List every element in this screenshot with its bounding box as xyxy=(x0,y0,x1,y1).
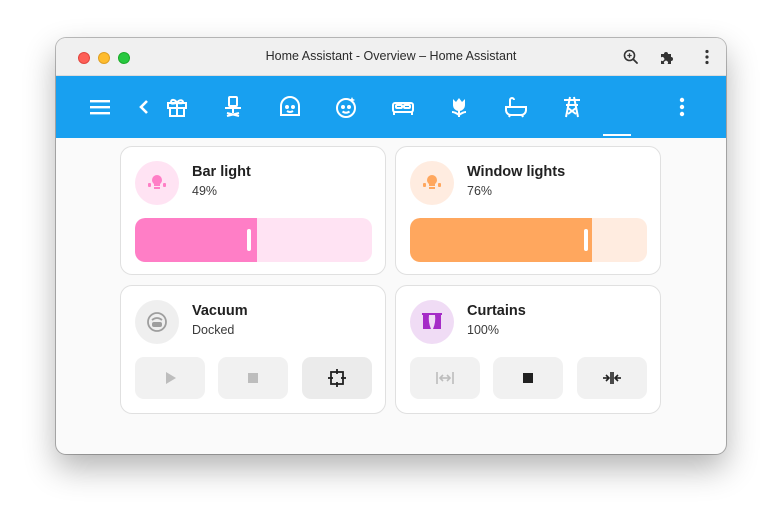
tab-baby-face-icon[interactable] xyxy=(276,93,304,121)
menu-icon[interactable] xyxy=(86,93,114,121)
vacuum-stop-button[interactable] xyxy=(218,357,288,399)
bar-light-state: 49% xyxy=(192,184,218,198)
vacuum-state: Docked xyxy=(192,323,235,337)
vacuum-name: Vacuum xyxy=(192,303,248,319)
window-lights-card[interactable]: Window lights 76% xyxy=(395,146,661,275)
tab-bed-icon[interactable] xyxy=(389,93,417,121)
window-lights-icon[interactable] xyxy=(410,161,454,205)
window-lights-slider-fill xyxy=(410,218,592,262)
window-lights-slider-knob[interactable] xyxy=(584,229,588,251)
vacuum-return-button[interactable] xyxy=(302,357,372,399)
stop-icon xyxy=(248,373,258,383)
bar-light-card[interactable]: Bar light 49% xyxy=(120,146,386,275)
window-lights-brightness-slider[interactable] xyxy=(410,218,647,262)
window-lights-name: Window lights xyxy=(467,164,566,180)
extensions-icon[interactable] xyxy=(658,48,676,66)
active-tab-indicator[interactable] xyxy=(603,134,631,136)
bar-light-icon[interactable] xyxy=(135,161,179,205)
curtains-close-button[interactable] xyxy=(577,357,647,399)
arrow-expand-horizontal-icon xyxy=(436,372,454,384)
vacuum-start-button[interactable] xyxy=(135,357,205,399)
tab-face-icon[interactable] xyxy=(332,93,360,121)
tab-gift-icon[interactable] xyxy=(163,93,191,121)
bar-light-slider-knob[interactable] xyxy=(247,229,251,251)
window-lights-state: 76% xyxy=(467,184,493,198)
curtains-name: Curtains xyxy=(467,303,526,319)
stop-icon xyxy=(523,373,533,383)
curtains-open-button[interactable] xyxy=(410,357,480,399)
arrow-collapse-horizontal-icon xyxy=(603,372,621,384)
tab-flower-tulip-icon[interactable] xyxy=(445,93,473,121)
tab-transmission-tower-icon[interactable] xyxy=(558,93,586,121)
tab-desk-chair-icon[interactable] xyxy=(219,93,247,121)
play-icon xyxy=(166,372,176,384)
browser-window: Home Assistant - Overview – Home Assista… xyxy=(56,38,726,454)
chevron-left-icon[interactable] xyxy=(130,93,158,121)
curtains-state: 100% xyxy=(467,323,499,337)
bar-light-brightness-slider[interactable] xyxy=(135,218,372,262)
bar-light-slider-fill xyxy=(135,218,257,262)
robot-vacuum-icon[interactable] xyxy=(135,300,179,344)
curtains-card[interactable]: Curtains 100% xyxy=(395,285,661,414)
browser-more-icon[interactable] xyxy=(698,48,716,66)
zoom-icon[interactable] xyxy=(622,48,640,66)
title-bar: Home Assistant - Overview – Home Assista… xyxy=(56,38,726,76)
bar-light-name: Bar light xyxy=(192,164,251,180)
app-bar xyxy=(56,76,726,138)
tab-bathtub-icon[interactable] xyxy=(502,93,530,121)
vacuum-card[interactable]: Vacuum Docked xyxy=(120,285,386,414)
app-more-icon[interactable] xyxy=(668,93,696,121)
target-icon xyxy=(328,369,346,387)
curtains-icon[interactable] xyxy=(410,300,454,344)
curtains-stop-button[interactable] xyxy=(493,357,563,399)
